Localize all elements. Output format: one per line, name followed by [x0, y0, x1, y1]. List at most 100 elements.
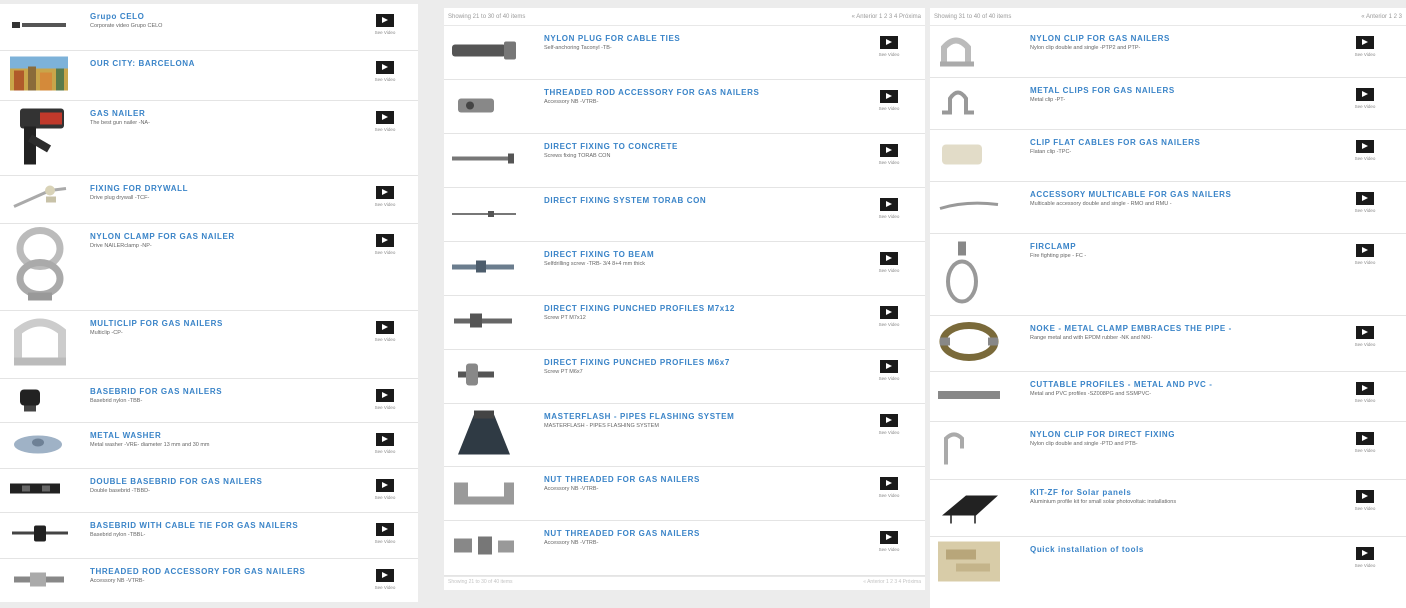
- see-video-button[interactable]: See Video: [368, 111, 402, 132]
- punched-profile-screw-thumb[interactable]: [448, 310, 520, 335]
- item-title-link[interactable]: DIRECT FIXING TO CONCRETE: [544, 142, 678, 152]
- item-title-link[interactable]: DIRECT FIXING PUNCHED PROFILES M6x7: [544, 358, 730, 368]
- pagination[interactable]: « Anterior 1 2 3: [1361, 14, 1402, 20]
- item-title-link[interactable]: DIRECT FIXING TO BEAM: [544, 250, 654, 260]
- solar-panel-thumb[interactable]: [936, 486, 1002, 531]
- item-title-link[interactable]: METAL WASHER: [90, 431, 210, 441]
- play-icon[interactable]: [376, 186, 394, 199]
- see-video-button[interactable]: See Video: [1348, 490, 1382, 511]
- see-video-button[interactable]: See Video: [1348, 192, 1382, 213]
- see-video-button[interactable]: See Video: [872, 531, 906, 552]
- see-video-button[interactable]: See Video: [1348, 547, 1382, 568]
- see-video-button[interactable]: See Video: [368, 14, 402, 35]
- item-title-link[interactable]: BASEBRID FOR GAS NAILERS: [90, 387, 222, 397]
- play-icon[interactable]: [880, 531, 898, 544]
- see-video-button[interactable]: See Video: [368, 523, 402, 544]
- flat-cable-clip-thumb[interactable]: [936, 138, 1002, 173]
- play-icon[interactable]: [880, 360, 898, 373]
- threaded-rod-thumb[interactable]: [448, 90, 520, 123]
- firclamp-thumb[interactable]: [936, 239, 1002, 310]
- play-icon[interactable]: [1356, 244, 1374, 257]
- play-icon[interactable]: [376, 389, 394, 402]
- see-video-button[interactable]: See Video: [368, 186, 402, 207]
- see-video-button[interactable]: See Video: [368, 389, 402, 410]
- item-title-link[interactable]: THREADED ROD ACCESSORY FOR GAS NAILERS: [544, 88, 759, 98]
- item-title-link[interactable]: OUR CITY: BARCELONA: [90, 59, 195, 69]
- see-video-button[interactable]: See Video: [368, 433, 402, 454]
- pagination[interactable]: « Anterior 1 2 3 4 Próxima: [863, 579, 921, 585]
- play-icon[interactable]: [376, 479, 394, 492]
- item-title-link[interactable]: BASEBRID WITH CABLE TIE FOR GAS NAILERS: [90, 521, 298, 531]
- item-title-link[interactable]: NYLON CLAMP FOR GAS NAILER: [90, 232, 235, 242]
- item-title-link[interactable]: GAS NAILER: [90, 109, 150, 119]
- play-icon[interactable]: [880, 144, 898, 157]
- play-icon[interactable]: [880, 414, 898, 427]
- see-video-button[interactable]: See Video: [1348, 88, 1382, 109]
- cuttable-profile-thumb[interactable]: [936, 388, 1002, 406]
- item-title-link[interactable]: ACCESSORY MULTICABLE FOR GAS NAILERS: [1030, 190, 1231, 200]
- see-video-button[interactable]: See Video: [368, 569, 402, 590]
- item-title-link[interactable]: METAL CLIPS FOR GAS NAILERS: [1030, 86, 1175, 96]
- see-video-button[interactable]: See Video: [872, 477, 906, 498]
- see-video-button[interactable]: See Video: [1348, 432, 1382, 453]
- see-video-button[interactable]: See Video: [872, 252, 906, 273]
- torab-screw-thumb[interactable]: [448, 206, 520, 224]
- see-video-button[interactable]: See Video: [872, 414, 906, 435]
- see-video-button[interactable]: See Video: [368, 479, 402, 500]
- play-icon[interactable]: [376, 234, 394, 247]
- nut-set-thumb[interactable]: [448, 531, 520, 566]
- masterflash-thumb[interactable]: [448, 409, 520, 462]
- pagination[interactable]: « Anterior 1 2 3 4 Próxima: [852, 14, 921, 20]
- play-icon[interactable]: [376, 433, 394, 446]
- tools-install-thumb[interactable]: [936, 539, 1002, 588]
- see-video-button[interactable]: See Video: [1348, 140, 1382, 161]
- see-video-button[interactable]: See Video: [1348, 244, 1382, 265]
- see-video-button[interactable]: See Video: [1348, 36, 1382, 57]
- item-title-link[interactable]: NUT THREADED FOR GAS NAILERS: [544, 475, 700, 485]
- see-video-button[interactable]: See Video: [872, 198, 906, 219]
- play-icon[interactable]: [376, 61, 394, 74]
- nail-gun-thumb[interactable]: [10, 105, 70, 172]
- play-icon[interactable]: [376, 523, 394, 536]
- nylon-plug-thumb[interactable]: [448, 38, 520, 67]
- item-title-link[interactable]: NUT THREADED FOR GAS NAILERS: [544, 529, 700, 539]
- item-title-link[interactable]: THREADED ROD ACCESSORY FOR GAS NAILERS: [90, 567, 305, 577]
- play-icon[interactable]: [1356, 192, 1374, 205]
- play-icon[interactable]: [880, 306, 898, 319]
- see-video-button[interactable]: See Video: [368, 234, 402, 255]
- play-icon[interactable]: [880, 36, 898, 49]
- item-title-link[interactable]: MASTERFLASH - PIPES FLASHING SYSTEM: [544, 412, 734, 422]
- play-icon[interactable]: [1356, 88, 1374, 101]
- see-video-button[interactable]: See Video: [872, 360, 906, 381]
- punched-profile-clip-thumb[interactable]: [448, 359, 520, 394]
- basebrid-cable-tie-thumb[interactable]: [10, 521, 70, 550]
- item-title-link[interactable]: DIRECT FIXING PUNCHED PROFILES M7x12: [544, 304, 735, 314]
- item-title-link[interactable]: CUTTABLE PROFILES - METAL AND PVC -: [1030, 380, 1212, 390]
- beam-screw-thumb[interactable]: [448, 258, 520, 279]
- play-icon[interactable]: [376, 569, 394, 582]
- play-icon[interactable]: [1356, 140, 1374, 153]
- item-title-link[interactable]: FIRCLAMP: [1030, 242, 1086, 252]
- play-icon[interactable]: [376, 14, 394, 27]
- see-video-button[interactable]: See Video: [1348, 326, 1382, 347]
- nut-bracket-thumb[interactable]: [448, 474, 520, 513]
- play-icon[interactable]: [1356, 326, 1374, 339]
- item-title-link[interactable]: DOUBLE BASEBRID FOR GAS NAILERS: [90, 477, 262, 487]
- see-video-button[interactable]: See Video: [872, 306, 906, 327]
- play-icon[interactable]: [376, 111, 394, 124]
- metal-washer-thumb[interactable]: [10, 428, 70, 463]
- basebrid-thumb[interactable]: [10, 383, 70, 418]
- drywall-fixing-thumb[interactable]: [10, 182, 70, 217]
- metal-clip-thumb[interactable]: [936, 86, 1002, 121]
- item-title-link[interactable]: CLIP FLAT CABLES FOR GAS NAILERS: [1030, 138, 1200, 148]
- item-title-link[interactable]: DIRECT FIXING SYSTEM TORAB CON: [544, 196, 706, 206]
- logo-thumb[interactable]: [10, 18, 70, 36]
- double-basebrid-thumb[interactable]: [10, 478, 70, 503]
- see-video-button[interactable]: See Video: [872, 144, 906, 165]
- city-photo-thumb[interactable]: [10, 56, 70, 95]
- item-title-link[interactable]: NYLON CLIP FOR DIRECT FIXING: [1030, 430, 1175, 440]
- play-icon[interactable]: [1356, 490, 1374, 503]
- play-icon[interactable]: [880, 90, 898, 103]
- multicable-thumb[interactable]: [936, 198, 1002, 217]
- item-title-link[interactable]: KIT-ZF for Solar panels: [1030, 488, 1176, 498]
